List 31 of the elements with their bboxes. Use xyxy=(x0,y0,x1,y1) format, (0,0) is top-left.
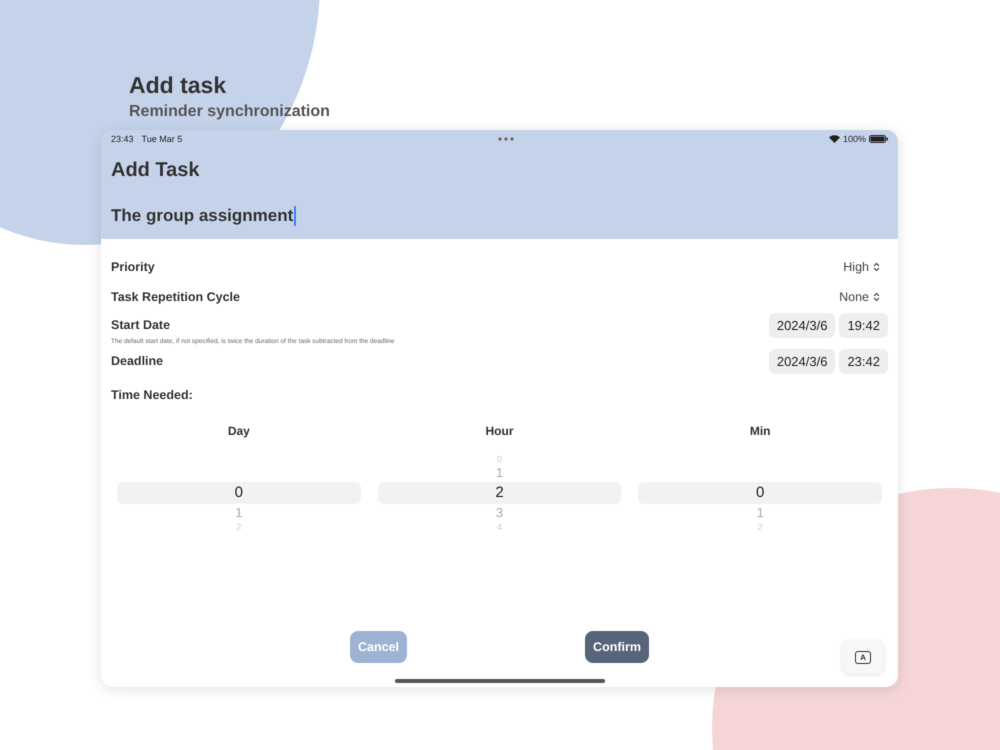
status-date: Tue Mar 5 xyxy=(142,134,182,144)
field-label: Deadline xyxy=(111,354,164,368)
time-button[interactable]: 19:42 xyxy=(839,312,888,338)
page-title: Add task xyxy=(129,72,226,99)
date-button[interactable]: 2024/3/6 xyxy=(768,312,836,338)
date-button[interactable]: 2024/3/6 xyxy=(768,348,836,374)
selected-value[interactable]: 0 xyxy=(117,482,361,504)
field-label: Priority xyxy=(111,260,155,274)
more-icon[interactable] xyxy=(498,137,514,141)
chevron-icon xyxy=(873,262,880,272)
wifi-icon xyxy=(828,135,840,143)
screen-title: Add Task xyxy=(111,159,200,182)
field-label: Task Repetition Cycle xyxy=(111,290,240,304)
section-label: Time Needed: xyxy=(111,388,193,402)
selected-value[interactable]: 2 xyxy=(378,482,622,504)
field-label: Start Date xyxy=(111,318,170,332)
battery-percent: 100% xyxy=(842,134,866,144)
column-heading: Hour xyxy=(486,424,514,440)
dropdown-button[interactable]: High xyxy=(835,260,888,274)
status-time: 23:43 xyxy=(111,134,134,144)
column-heading: Day xyxy=(228,424,250,440)
battery-icon xyxy=(869,135,888,143)
page-subtitle: Reminder synchronization xyxy=(129,103,330,121)
keyboard-button[interactable]: A xyxy=(842,640,884,674)
time-button[interactable]: 23:42 xyxy=(839,348,888,374)
task-name-field[interactable]: The group assignment xyxy=(111,206,888,226)
selected-value[interactable]: 0 xyxy=(638,482,882,504)
dropdown-button[interactable]: None xyxy=(831,290,888,304)
chevron-icon xyxy=(873,292,880,302)
confirm-button[interactable]: Confirm xyxy=(585,631,649,663)
column-heading: Min xyxy=(750,424,771,440)
